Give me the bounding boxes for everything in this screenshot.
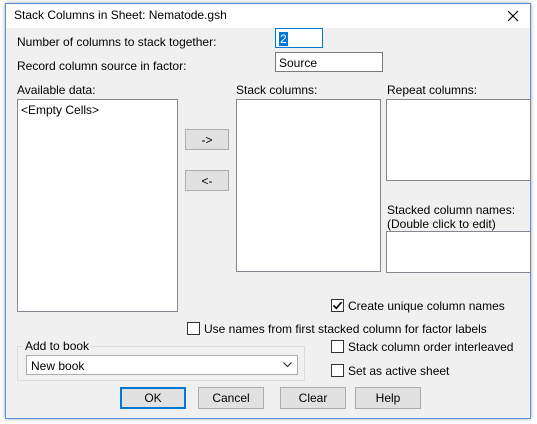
repeat-columns-list[interactable] (386, 99, 531, 181)
active-sheet-checkbox[interactable] (331, 364, 344, 377)
help-button[interactable]: Help (355, 387, 421, 409)
close-icon (507, 10, 519, 22)
interleaved-label: Stack column order interleaved (348, 340, 514, 354)
num-columns-input[interactable]: 2 (275, 28, 323, 48)
repeat-columns-label: Repeat columns: (387, 83, 478, 97)
num-columns-label: Number of columns to stack together: (17, 35, 217, 49)
add-to-book-label: Add to book (23, 339, 92, 353)
use-names-checkbox[interactable] (187, 322, 200, 335)
stacked-names-hint: (Double click to edit) (387, 217, 496, 231)
interleaved-checkbox[interactable] (331, 340, 344, 353)
stack-columns-label: Stack columns: (236, 83, 318, 97)
book-select-value: New book (31, 359, 85, 373)
stacked-names-label: Stacked column names: (387, 203, 516, 217)
unique-names-checkbox[interactable] (331, 299, 344, 312)
stacked-names-list[interactable] (386, 231, 531, 273)
clear-button[interactable]: Clear (280, 387, 346, 409)
active-sheet-label: Set as active sheet (348, 364, 450, 378)
close-button[interactable] (496, 4, 530, 28)
checkmark-icon (332, 301, 343, 310)
record-source-label: Record column source in factor: (17, 59, 187, 73)
chevron-down-icon (283, 362, 292, 368)
stack-columns-list[interactable] (236, 99, 381, 272)
title-bar: Stack Columns in Sheet: Nematode.gsh (6, 4, 530, 28)
remove-from-stack-button[interactable]: <- (185, 170, 229, 191)
stack-columns-dialog: Stack Columns in Sheet: Nematode.gsh Num… (5, 3, 531, 419)
add-to-stack-button[interactable]: -> (185, 129, 229, 150)
ok-button[interactable]: OK (120, 387, 186, 409)
record-source-input[interactable]: Source (275, 52, 383, 72)
unique-names-label: Create unique column names (348, 299, 505, 313)
available-data-label: Available data: (17, 83, 96, 97)
window-title: Stack Columns in Sheet: Nematode.gsh (14, 8, 227, 22)
cancel-button[interactable]: Cancel (198, 387, 264, 409)
book-select[interactable]: New book (26, 355, 298, 375)
list-item[interactable]: <Empty Cells> (21, 103, 99, 117)
record-source-value: Source (279, 56, 318, 70)
num-columns-value: 2 (279, 32, 288, 46)
available-data-list[interactable]: <Empty Cells> (17, 99, 178, 312)
use-names-label: Use names from first stacked column for … (204, 322, 487, 336)
